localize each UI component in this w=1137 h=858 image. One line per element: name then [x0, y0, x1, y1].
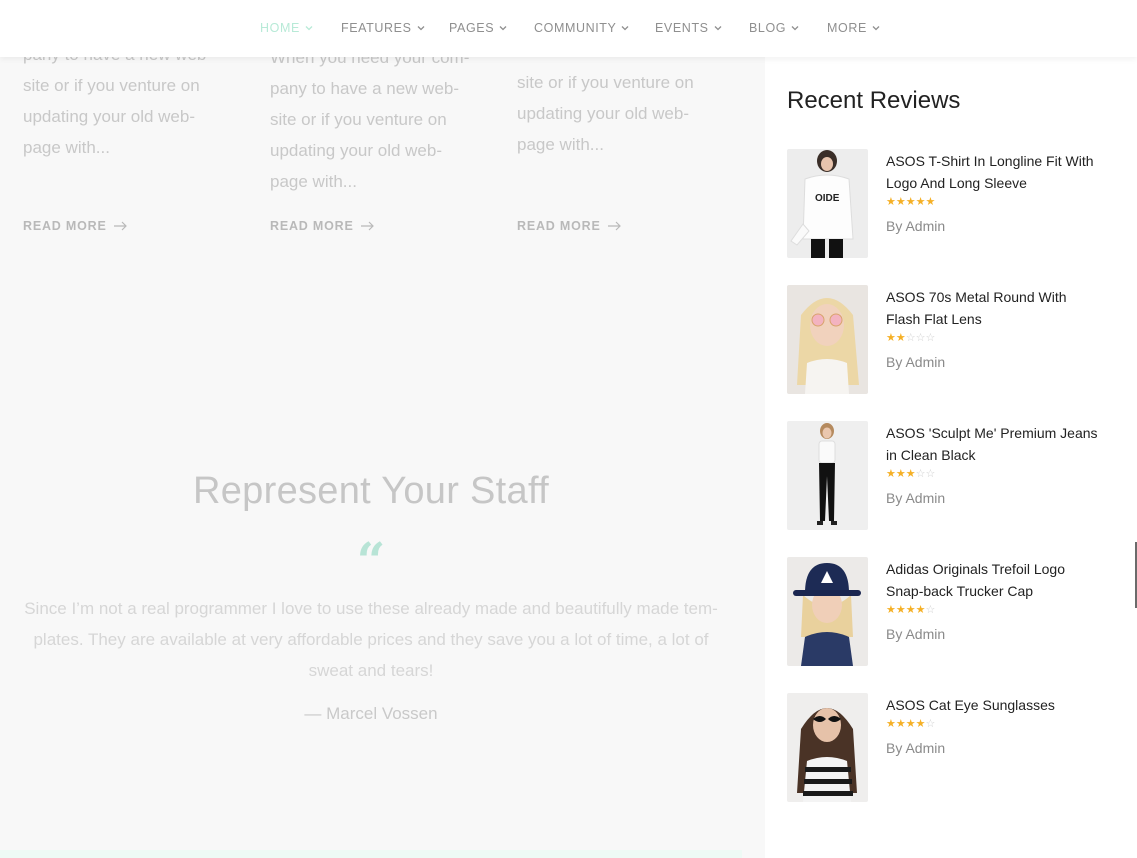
chevron-down-icon [790, 23, 800, 33]
footer-band [0, 850, 742, 858]
nav-item-blog[interactable]: BLOG [749, 20, 800, 36]
rating-stars: ★★★☆☆ [886, 468, 936, 480]
testimonial-author: — Marcel Vossen [304, 704, 438, 723]
testimonial-text: Since I’m not a real programmer I love t… [24, 599, 718, 680]
svg-text:OIDE: OIDE [815, 193, 840, 204]
chevron-down-icon [620, 23, 630, 33]
product-thumbnail[interactable]: OIDE [787, 149, 868, 258]
nav-item-label: PAGES [449, 21, 495, 35]
chevron-down-icon [713, 23, 723, 33]
review-title[interactable]: ASOS 70s Metal Round With Flash Flat Len… [886, 286, 1101, 330]
read-more-link[interactable]: READ MORE [270, 219, 374, 233]
nav-item-home[interactable]: HOME [260, 20, 314, 36]
chevron-down-icon [416, 23, 426, 33]
rating-stars: ★★★★★ [886, 196, 936, 208]
review-author: By Admin [886, 740, 946, 756]
review-item: ASOS 70s Metal Round With Flash Flat Len… [787, 285, 1122, 395]
blonde-sunglasses-model-image [787, 285, 868, 394]
cap-model-image [787, 557, 868, 666]
read-more-label: READ MORE [517, 219, 601, 233]
nav-item-community[interactable]: COMMUNITY [534, 20, 630, 36]
arrow-right-icon [607, 221, 621, 231]
review-author: By Admin [886, 354, 946, 370]
post-excerpt: When you need your com- pany to have a n… [270, 48, 470, 191]
review-author: By Admin [886, 490, 946, 506]
read-more-link[interactable]: READ MORE [23, 219, 127, 233]
read-more-label: READ MORE [23, 219, 107, 233]
read-more-label: READ MORE [270, 219, 354, 233]
post-excerpt: pany to have a new web- site or if you v… [23, 45, 212, 157]
review-item: OIDE ASOS T-Shirt In Longline Fit With L… [787, 149, 1122, 259]
product-thumbnail[interactable] [787, 557, 868, 666]
product-thumbnail[interactable] [787, 285, 868, 394]
white-shirt-model-image: OIDE [787, 149, 868, 258]
nav-item-label: FEATURES [341, 21, 412, 35]
jeans-model-image [787, 421, 868, 530]
chevron-down-icon [304, 23, 314, 33]
nav-item-label: BLOG [749, 21, 787, 35]
rating-stars: ★★☆☆☆ [886, 332, 936, 344]
arrow-right-icon [113, 221, 127, 231]
sidebar-title: Recent Reviews [787, 87, 961, 114]
review-title[interactable]: Adidas Originals Trefoil Logo Snap-back … [886, 558, 1101, 602]
product-thumbnail[interactable] [787, 693, 868, 802]
rating-stars: ★★★★☆ [886, 604, 936, 616]
review-author: By Admin [886, 218, 946, 234]
nav-item-label: HOME [260, 21, 300, 35]
chevron-down-icon [871, 23, 881, 33]
top-navigation: HOME FEATURES PAGES COMMUNITY EVENTS BLO… [0, 0, 1137, 57]
review-item: ASOS 'Sculpt Me' Premium Jeans in Clean … [787, 421, 1122, 531]
review-author: By Admin [886, 626, 946, 642]
review-title[interactable]: ASOS T-Shirt In Longline Fit With Logo A… [886, 150, 1101, 194]
main-content: pany to have a new web- site or if you v… [0, 0, 765, 858]
review-item: Adidas Originals Trefoil Logo Snap-back … [787, 557, 1122, 667]
read-more-link[interactable]: READ MORE [517, 219, 621, 233]
nav-item-features[interactable]: FEATURES [341, 20, 426, 36]
nav-item-more[interactable]: MORE [827, 20, 881, 36]
chevron-down-icon [498, 23, 508, 33]
arrow-right-icon [360, 221, 374, 231]
nav-item-pages[interactable]: PAGES [449, 20, 508, 36]
nav-item-label: EVENTS [655, 21, 709, 35]
rating-stars: ★★★★☆ [886, 718, 936, 730]
nav-item-label: COMMUNITY [534, 21, 617, 35]
cat-eye-model-image [787, 693, 868, 802]
nav-item-label: MORE [827, 21, 867, 35]
product-thumbnail[interactable] [787, 421, 868, 530]
review-item: ASOS Cat Eye Sunglasses ★★★★☆ By Admin [787, 693, 1122, 803]
nav-item-events[interactable]: EVENTS [655, 20, 723, 36]
post-excerpt: site or if you venture on updating your … [517, 73, 694, 154]
section-title: Represent Your Staff [193, 470, 549, 512]
review-title[interactable]: ASOS Cat Eye Sunglasses [886, 694, 1101, 716]
review-title[interactable]: ASOS 'Sculpt Me' Premium Jeans in Clean … [886, 422, 1101, 466]
sidebar: Recent Reviews OIDE ASOS T-Shirt In Long… [765, 57, 1137, 858]
quote-icon: “ [356, 531, 386, 590]
